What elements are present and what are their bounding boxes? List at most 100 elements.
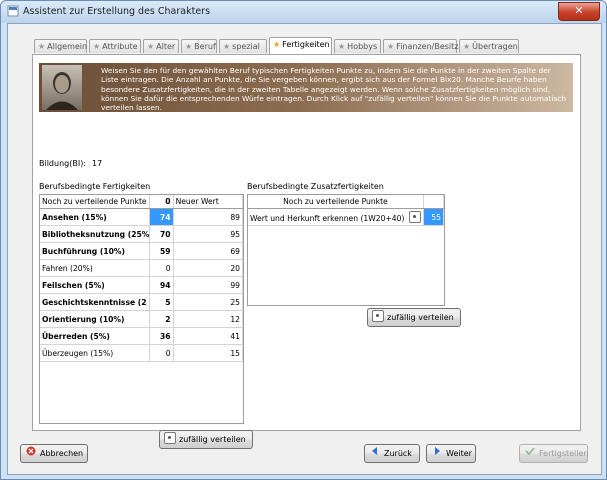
star-icon: ★ <box>338 42 346 51</box>
tab-attribute[interactable]: ★ Attribute <box>89 39 141 53</box>
table-row[interactable]: Orientierung (10%) 2 12 <box>40 310 244 328</box>
dice-icon[interactable] <box>408 211 421 223</box>
tab-label: Hobbys <box>347 42 378 51</box>
skill-points-input[interactable]: 5 <box>149 293 174 311</box>
extra-skills-title: Berufsbedingte Zusatzfertigkeiten <box>247 182 384 191</box>
skill-new-value: 20 <box>173 259 244 277</box>
skill-name: Überzeugen (15%) <box>40 344 150 362</box>
table-row[interactable]: Geschichtskenntnisse (2 5 25 <box>40 293 244 311</box>
button-label: zufällig verteilen <box>387 313 454 322</box>
column-header-new-value: Neuer Wert <box>173 195 244 209</box>
skill-points-input[interactable]: 94 <box>149 276 174 294</box>
skill-name: Ansehen (15%) <box>40 208 150 226</box>
tab-alter[interactable]: ★ Alter <box>143 39 179 53</box>
skill-new-value: 15 <box>173 344 244 362</box>
tab-label: Beruf <box>194 42 216 51</box>
tab-allgemein[interactable]: ★ Allgemein <box>34 39 87 53</box>
skill-points-input[interactable]: 2 <box>149 310 174 328</box>
skill-points-input[interactable]: 36 <box>149 327 174 345</box>
extra-skill-value-input[interactable]: 55 <box>423 208 445 226</box>
star-icon: ★ <box>463 42 471 51</box>
skill-points-input[interactable]: 0 <box>149 344 174 362</box>
table-row[interactable]: Buchführung (10%) 59 69 <box>40 242 244 260</box>
skill-name: Feilschen (5%) <box>40 276 150 294</box>
table-header: Noch zu verteilende Punkte <box>248 195 445 209</box>
table-row[interactable]: Überzeugen (15%) 0 15 <box>40 344 244 362</box>
info-banner: Weisen Sie den für den gewählten Beruf t… <box>39 63 573 112</box>
tab-label: spezial <box>232 42 260 51</box>
skill-points-input[interactable]: 74 <box>149 208 174 226</box>
button-label: Weiter <box>446 449 472 458</box>
info-text: Weisen Sie den für den gewählten Beruf t… <box>101 66 567 113</box>
cancel-icon <box>25 445 37 462</box>
skills-table: Noch zu verteilende Punkte 0 Neuer Wert … <box>39 194 244 424</box>
skill-points-input[interactable]: 70 <box>149 225 174 243</box>
table-row[interactable]: Ansehen (15%) 74 89 <box>40 208 244 226</box>
dice-icon <box>164 431 176 448</box>
star-icon: ★ <box>147 42 155 51</box>
star-icon: ★ <box>38 42 46 51</box>
skill-new-value: 95 <box>173 225 244 243</box>
tab-beruf[interactable]: ★ Beruf <box>181 39 217 53</box>
title-bar: Assistent zur Erstellung des Charakters … <box>1 1 606 23</box>
skill-new-value: 12 <box>173 310 244 328</box>
button-label: Abbrechen <box>40 449 84 458</box>
skill-points-input[interactable]: 0 <box>149 259 174 277</box>
skill-name: Fahren (20%) <box>40 259 150 277</box>
tab-label: Übertragen <box>472 42 518 51</box>
table-row[interactable]: Überreden (5%) 36 41 <box>40 327 244 345</box>
extra-skill-cell: Wert und Herkunft erkennen (1W20+40) <box>248 208 424 226</box>
window-title: Assistent zur Erstellung des Charakters <box>23 6 211 17</box>
cancel-button[interactable]: Abbrechen <box>20 444 88 463</box>
table-row[interactable]: Bibliotheksnutzung (25% 70 95 <box>40 225 244 243</box>
table-header: Noch zu verteilende Punkte 0 Neuer Wert <box>40 195 244 209</box>
skill-name: Buchführung (10%) <box>40 242 150 260</box>
close-button[interactable]: ✕ <box>558 2 600 21</box>
client-area: ★ Allgemein ★ Attribute ★ Alter ★ Beruf ★ spe… <box>7 23 602 475</box>
skill-name: Bibliotheksnutzung (25% <box>40 225 150 243</box>
tab-label: Allgemein <box>47 42 88 51</box>
checkmark-icon <box>524 445 536 462</box>
skill-points-input[interactable]: 59 <box>149 242 174 260</box>
button-label: zufällig verteilen <box>179 435 246 444</box>
skill-name: Überreden (5%) <box>40 327 150 345</box>
tab-finanzen-besitz[interactable]: ★ Finanzen/Besitz <box>383 39 459 53</box>
star-icon: ★ <box>387 42 395 51</box>
arrow-right-icon <box>431 445 443 462</box>
tab-label: Alter <box>156 42 176 51</box>
skills-title: Berufsbedingte Fertigkeiten <box>39 182 151 191</box>
skill-new-value: 41 <box>173 327 244 345</box>
table-row[interactable]: Feilschen (5%) 94 99 <box>40 276 244 294</box>
tab-label: Finanzen/Besitz <box>396 42 459 51</box>
skill-name: Geschichtskenntnisse (2 <box>40 293 150 311</box>
tab-panel-fertigkeiten: Weisen Sie den für den gewählten Beruf t… <box>32 54 581 449</box>
skill-new-value: 99 <box>173 276 244 294</box>
tab-uebertragen[interactable]: ★ Übertragen <box>459 39 519 53</box>
portrait-image <box>42 65 82 110</box>
skill-new-value: 69 <box>173 242 244 260</box>
star-icon: ★ <box>273 40 281 49</box>
random-distribute-skills-button[interactable]: zufällig verteilen <box>159 430 253 449</box>
tab-label: Fertigkeiten <box>282 40 330 49</box>
tab-hobbys[interactable]: ★ Hobbys <box>334 39 381 53</box>
extra-skills-table: Noch zu verteilende Punkte Wert und Herk… <box>247 194 445 306</box>
tab-spezial[interactable]: ★ spezial <box>219 39 267 53</box>
tab-fertigkeiten[interactable]: ★ Fertigkeiten <box>269 37 332 54</box>
finish-button[interactable]: Fertigstellen <box>519 444 588 463</box>
back-button[interactable]: Zurück <box>364 444 420 463</box>
bildung-value: 17 <box>92 159 103 168</box>
wizard-window: Assistent zur Erstellung des Charakters … <box>0 0 607 480</box>
button-label: Zurück <box>384 449 412 458</box>
table-row[interactable]: Wert und Herkunft erkennen (1W20+40) 55 <box>248 208 445 226</box>
app-icon <box>7 5 19 17</box>
skill-name: Orientierung (10%) <box>40 310 150 328</box>
random-distribute-extra-button[interactable]: zufällig verteilen <box>367 308 461 327</box>
column-header-value <box>423 195 445 209</box>
star-icon: ★ <box>93 42 101 51</box>
arrow-left-icon <box>369 445 381 462</box>
remaining-points: 0 <box>149 195 174 209</box>
next-button[interactable]: Weiter <box>426 444 476 463</box>
star-icon: ★ <box>185 42 193 51</box>
button-label: Fertigstellen <box>539 449 589 458</box>
table-row[interactable]: Fahren (20%) 0 20 <box>40 259 244 277</box>
